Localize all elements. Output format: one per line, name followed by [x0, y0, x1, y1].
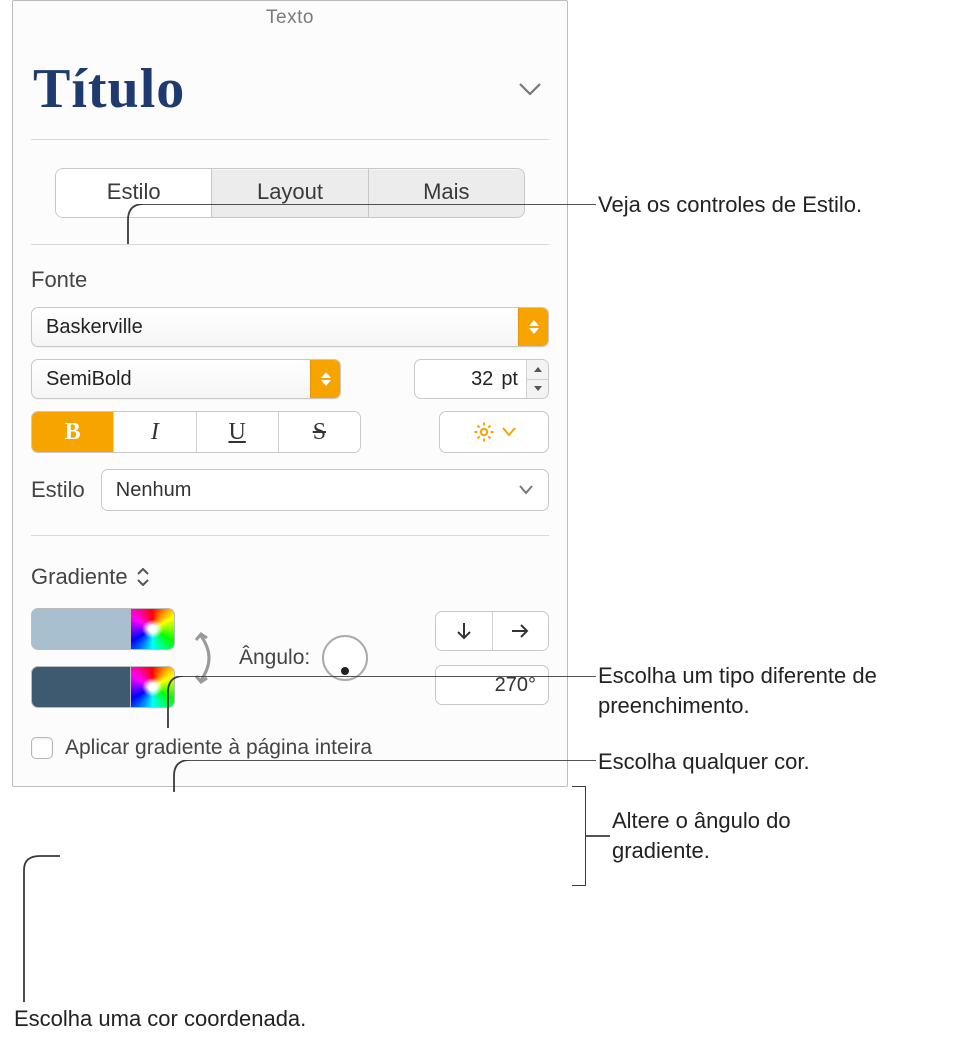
angle-label: Ângulo:	[239, 646, 310, 670]
tab-layout[interactable]: Layout	[211, 169, 367, 217]
callout-style-controls: Veja os controles de Estilo.	[598, 190, 862, 220]
callout-any-color: Escolha qualquer cor.	[598, 747, 810, 777]
chevron-down-icon	[502, 427, 516, 437]
character-style-value: Nenhum	[116, 479, 192, 502]
gradient-direction-vertical[interactable]	[436, 612, 492, 650]
angle-value-field[interactable]: 270°	[435, 665, 549, 705]
apply-whole-page-label: Aplicar gradiente à página inteira	[65, 736, 372, 760]
strikethrough-button[interactable]: S	[278, 412, 360, 452]
panel-title: Texto	[13, 1, 567, 39]
font-weight-value: SemiBold	[46, 368, 132, 391]
swap-colors-icon[interactable]	[193, 630, 221, 686]
text-inspector-panel: Texto Título Estilo Layout Mais Fonte Ba…	[12, 0, 568, 787]
character-style-popup[interactable]: Nenhum	[101, 469, 549, 511]
gradient-color-1-picker[interactable]	[131, 608, 175, 650]
gradient-direction-horizontal[interactable]	[492, 612, 549, 650]
gradient-color-2-picker[interactable]	[131, 666, 175, 708]
font-section-label: Fonte	[31, 267, 549, 293]
popup-arrows-icon	[518, 308, 548, 346]
arrow-right-icon	[510, 622, 530, 640]
callout-fill-type: Escolha um tipo diferente de preenchimen…	[598, 661, 938, 720]
fill-type-label: Gradiente	[31, 564, 128, 590]
character-style-label: Estilo	[31, 477, 85, 503]
tab-style[interactable]: Estilo	[56, 169, 211, 217]
callout-coord-color: Escolha uma cor coordenada.	[14, 1004, 306, 1034]
angle-dial[interactable]	[322, 635, 368, 681]
angle-value: 270°	[495, 674, 536, 697]
gradient-color-2-well[interactable]	[31, 666, 131, 708]
paragraph-style-chevron-icon[interactable]	[517, 80, 543, 98]
tab-more[interactable]: Mais	[368, 169, 524, 217]
font-weight-popup[interactable]: SemiBold	[31, 359, 341, 399]
popup-arrows-icon	[310, 360, 340, 398]
gradient-color-1-well[interactable]	[31, 608, 131, 650]
chevron-down-icon	[518, 484, 534, 496]
underline-button[interactable]: U	[196, 412, 278, 452]
fill-type-popup[interactable]: Gradiente	[31, 564, 549, 590]
font-family-popup[interactable]: Baskerville	[31, 307, 549, 347]
bold-button[interactable]: B	[32, 412, 113, 452]
italic-button[interactable]: I	[113, 412, 195, 452]
gradient-direction-segmented	[435, 611, 549, 651]
arrow-down-icon	[455, 621, 473, 641]
font-size-input[interactable]	[415, 368, 501, 391]
text-style-segmented: B I U S	[31, 411, 361, 453]
gear-icon	[472, 420, 496, 444]
apply-whole-page-checkbox[interactable]	[31, 737, 53, 759]
font-size-field[interactable]: pt	[414, 359, 549, 399]
font-size-step-down[interactable]	[527, 380, 548, 399]
callout-angle: Altere o ângulo do gradiente.	[612, 806, 872, 865]
tab-segmented-control: Estilo Layout Mais	[55, 168, 525, 218]
paragraph-style-name[interactable]: Título	[33, 57, 185, 121]
advanced-options-button[interactable]	[439, 411, 549, 453]
font-size-step-up[interactable]	[527, 360, 548, 380]
popup-arrows-icon	[136, 568, 150, 586]
font-size-unit: pt	[501, 368, 526, 391]
font-family-value: Baskerville	[46, 316, 143, 339]
